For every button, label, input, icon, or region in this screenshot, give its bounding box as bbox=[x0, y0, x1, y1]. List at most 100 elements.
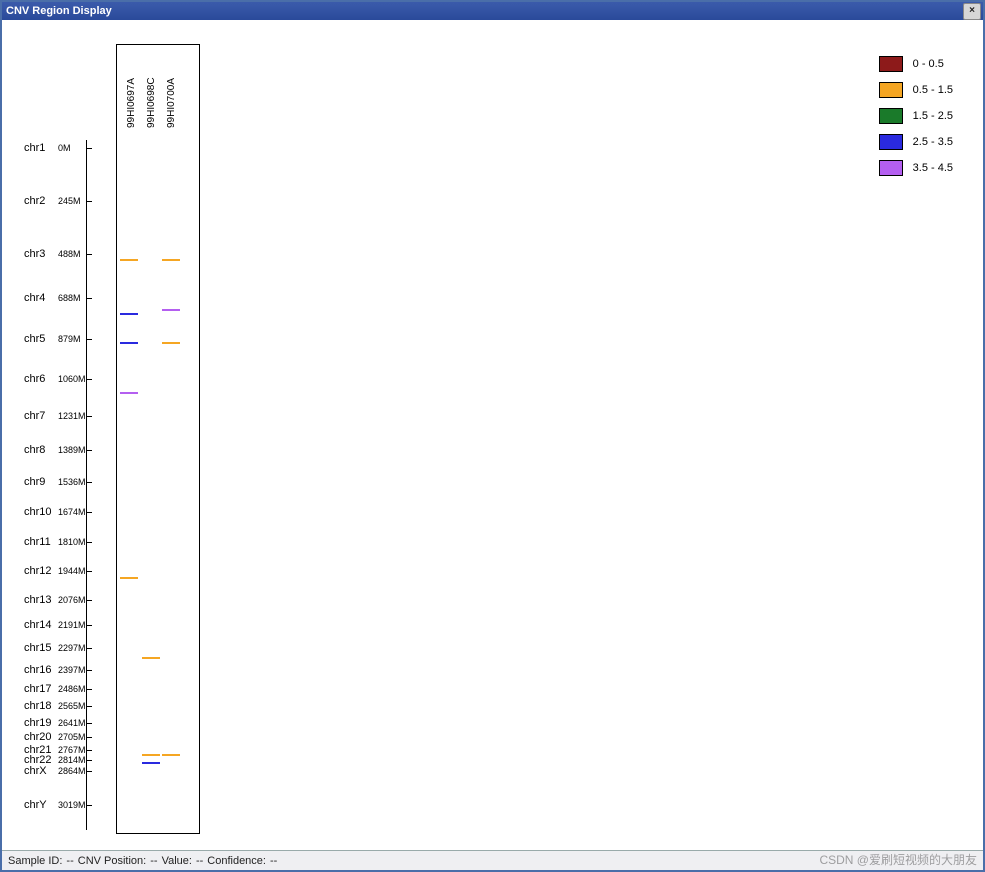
y-tick bbox=[86, 771, 92, 772]
sample-header: 99HI0697A bbox=[126, 50, 137, 128]
cnv-segment[interactable] bbox=[162, 309, 180, 311]
y-tick bbox=[86, 670, 92, 671]
chr-label: chr17 bbox=[24, 683, 52, 695]
legend-label: 0.5 - 1.5 bbox=[913, 84, 953, 96]
chr-label: chr12 bbox=[24, 565, 52, 577]
legend-item: 0.5 - 1.5 bbox=[879, 82, 953, 98]
legend-swatch bbox=[879, 108, 903, 124]
chr-label: chr19 bbox=[24, 717, 52, 729]
close-icon[interactable]: × bbox=[963, 3, 981, 20]
y-axis bbox=[86, 140, 87, 830]
pos-label: 1944M bbox=[58, 566, 86, 576]
y-tick bbox=[86, 201, 92, 202]
legend-item: 3.5 - 4.5 bbox=[879, 160, 953, 176]
pos-label: 2397M bbox=[58, 665, 86, 675]
pos-label: 0M bbox=[58, 143, 71, 153]
pos-label: 1810M bbox=[58, 537, 86, 547]
status-bar: Sample ID: -- CNV Position: -- Value: --… bbox=[2, 850, 983, 870]
legend-label: 3.5 - 4.5 bbox=[913, 162, 953, 174]
y-tick bbox=[86, 571, 92, 572]
legend-item: 1.5 - 2.5 bbox=[879, 108, 953, 124]
chr-label: chr18 bbox=[24, 700, 52, 712]
cnv-segment[interactable] bbox=[120, 259, 138, 261]
sample-header: 99HI0698C bbox=[146, 50, 157, 128]
chr-label: chr3 bbox=[24, 248, 45, 260]
chr-label: chr16 bbox=[24, 664, 52, 676]
chr-label: chrY bbox=[24, 799, 47, 811]
pos-label: 2191M bbox=[58, 620, 86, 630]
y-tick bbox=[86, 254, 92, 255]
status-value-value: -- bbox=[196, 855, 203, 867]
cnv-segment[interactable] bbox=[120, 342, 138, 344]
cnv-segment[interactable] bbox=[142, 754, 160, 756]
chr-label: chr10 bbox=[24, 506, 52, 518]
pos-label: 688M bbox=[58, 293, 81, 303]
pos-label: 2705M bbox=[58, 732, 86, 742]
pos-label: 3019M bbox=[58, 800, 86, 810]
pos-label: 2767M bbox=[58, 745, 86, 755]
legend-swatch bbox=[879, 56, 903, 72]
pos-label: 2814M bbox=[58, 755, 86, 765]
pos-label: 2486M bbox=[58, 684, 86, 694]
y-tick bbox=[86, 723, 92, 724]
y-tick bbox=[86, 512, 92, 513]
legend-swatch bbox=[879, 160, 903, 176]
chr-label: chr7 bbox=[24, 410, 45, 422]
title-bar: CNV Region Display × bbox=[2, 2, 983, 20]
legend-swatch bbox=[879, 82, 903, 98]
chr-label: chr5 bbox=[24, 333, 45, 345]
y-tick bbox=[86, 750, 92, 751]
y-tick bbox=[86, 416, 92, 417]
cnv-segment[interactable] bbox=[162, 754, 180, 756]
pos-label: 1536M bbox=[58, 477, 86, 487]
y-tick bbox=[86, 689, 92, 690]
y-tick bbox=[86, 760, 92, 761]
cnv-segment[interactable] bbox=[162, 342, 180, 344]
pos-label: 2565M bbox=[58, 701, 86, 711]
status-value-label: Value: bbox=[162, 855, 192, 867]
chr-label: chr11 bbox=[24, 536, 51, 548]
chr-label: chr6 bbox=[24, 373, 45, 385]
chr-label: chr15 bbox=[24, 642, 52, 654]
pos-label: 488M bbox=[58, 249, 81, 259]
chr-label: chr9 bbox=[24, 476, 45, 488]
pos-label: 1060M bbox=[58, 374, 86, 384]
chr-label: chr8 bbox=[24, 444, 45, 456]
y-tick bbox=[86, 482, 92, 483]
legend-item: 0 - 0.5 bbox=[879, 56, 953, 72]
cnv-segment[interactable] bbox=[142, 657, 160, 659]
legend: 0 - 0.5 0.5 - 1.5 1.5 - 2.5 2.5 - 3.5 3.… bbox=[879, 56, 953, 176]
chr-label: chr2 bbox=[24, 195, 45, 207]
status-pos-label: CNV Position: bbox=[78, 855, 146, 867]
sample-header: 99HI0700A bbox=[166, 50, 177, 128]
y-tick bbox=[86, 805, 92, 806]
y-tick bbox=[86, 625, 92, 626]
legend-label: 2.5 - 3.5 bbox=[913, 136, 953, 148]
y-tick bbox=[86, 379, 92, 380]
status-conf-label: Confidence: bbox=[207, 855, 266, 867]
chr-label: chr13 bbox=[24, 594, 52, 606]
y-tick bbox=[86, 648, 92, 649]
status-sample-id-label: Sample ID: bbox=[8, 855, 62, 867]
y-tick bbox=[86, 298, 92, 299]
cnv-segment[interactable] bbox=[120, 313, 138, 315]
chr-label: chr20 bbox=[24, 731, 52, 743]
status-sample-id-value: -- bbox=[66, 855, 73, 867]
cnv-segment[interactable] bbox=[162, 259, 180, 261]
y-tick bbox=[86, 148, 92, 149]
legend-item: 2.5 - 3.5 bbox=[879, 134, 953, 150]
chr-label: chr1 bbox=[24, 142, 45, 154]
pos-label: 2641M bbox=[58, 718, 86, 728]
cnv-segment[interactable] bbox=[142, 762, 160, 764]
pos-label: 1231M bbox=[58, 411, 86, 421]
pos-label: 2864M bbox=[58, 766, 86, 776]
pos-label: 1389M bbox=[58, 445, 86, 455]
chr-label: chrX bbox=[24, 765, 47, 777]
cnv-segment[interactable] bbox=[120, 392, 138, 394]
y-tick bbox=[86, 450, 92, 451]
y-tick bbox=[86, 600, 92, 601]
y-tick bbox=[86, 706, 92, 707]
y-tick bbox=[86, 737, 92, 738]
cnv-segment[interactable] bbox=[120, 577, 138, 579]
pos-label: 2297M bbox=[58, 643, 86, 653]
